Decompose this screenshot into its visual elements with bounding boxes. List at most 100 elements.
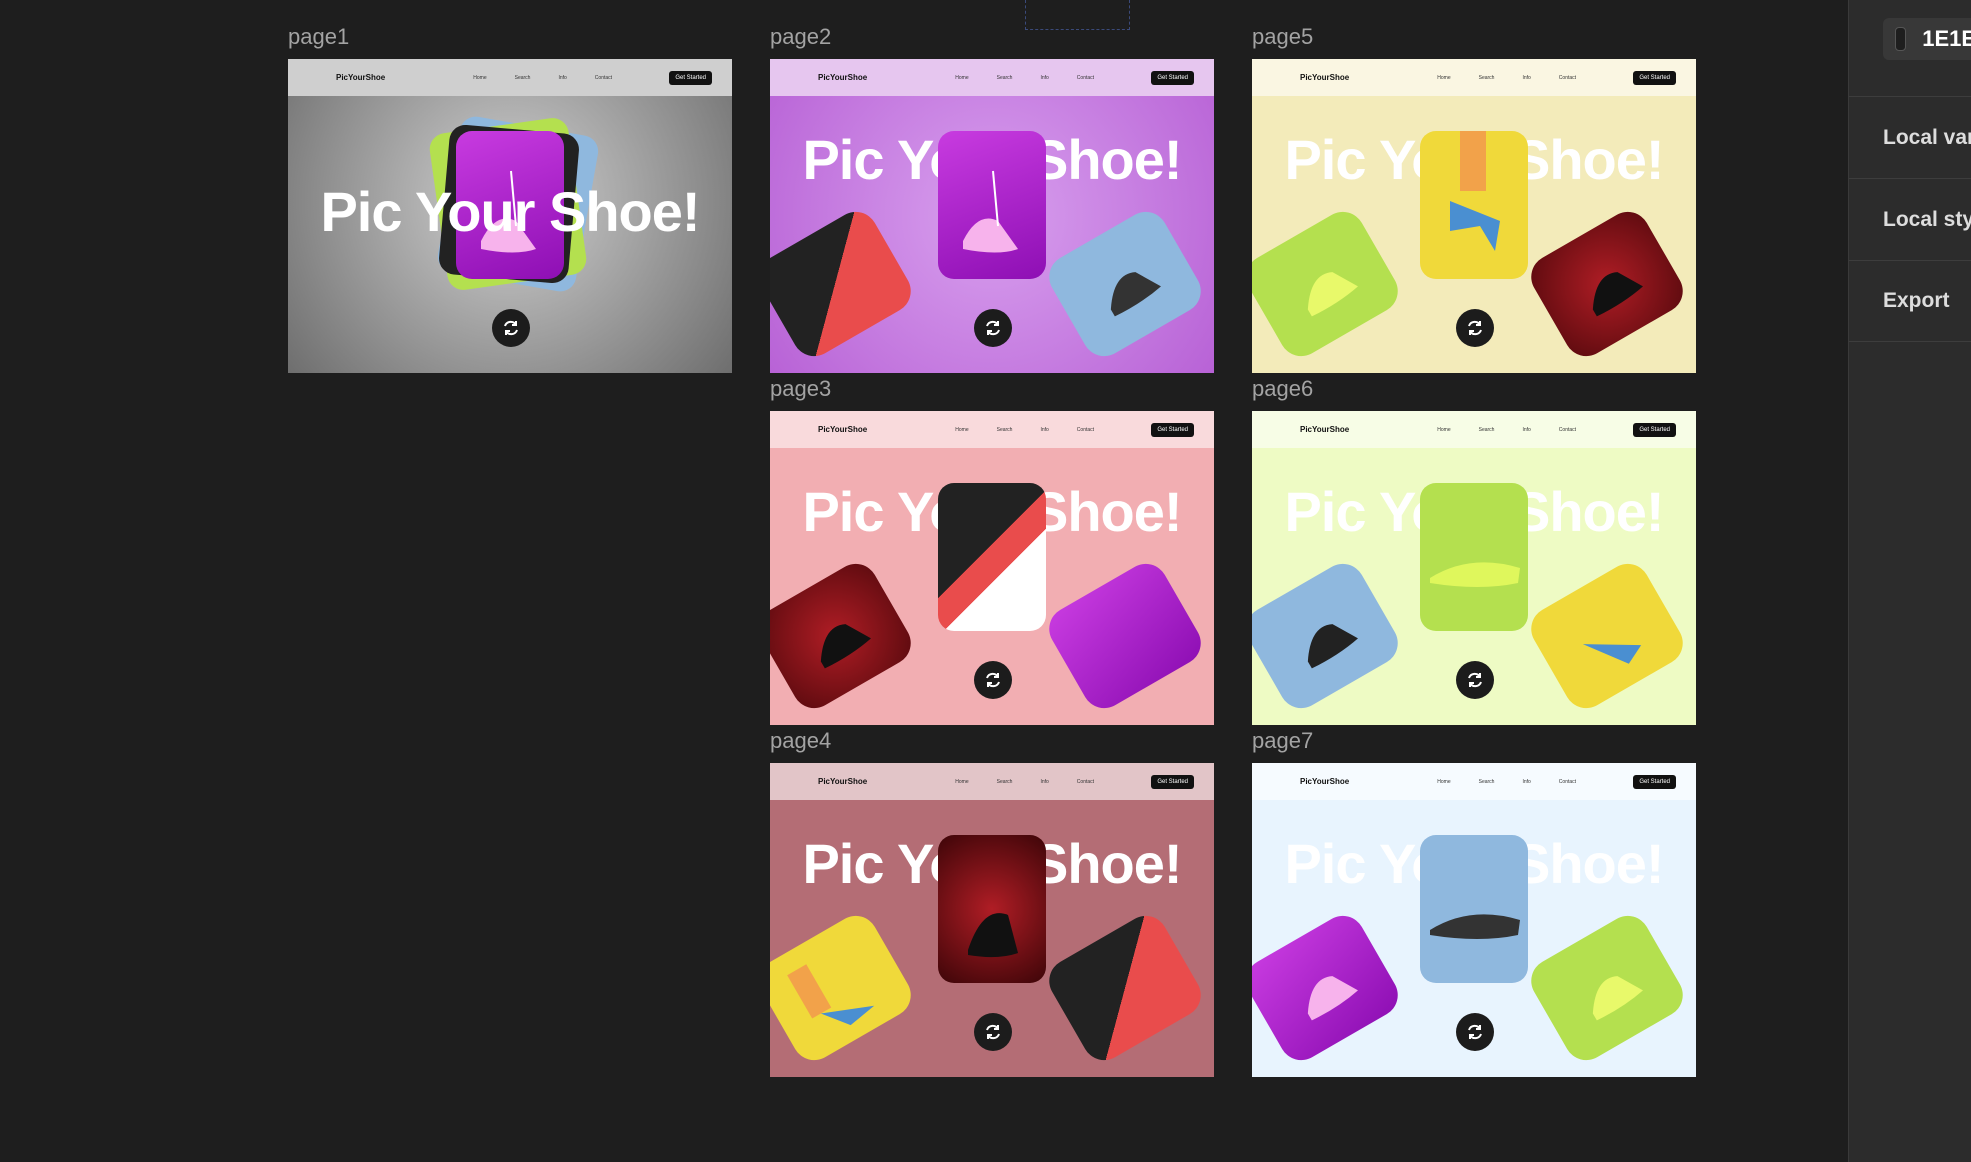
shoe-tile-left (770, 907, 919, 1069)
nav-link-search[interactable]: Search (1479, 779, 1495, 785)
local-styles-section[interactable]: Local styles (1849, 178, 1971, 260)
nav-link-home[interactable]: Home (955, 427, 968, 433)
frame-page7[interactable]: PicYourShoe Home Search Info Contact Get… (1252, 763, 1696, 1077)
shoe-tile-left (1252, 203, 1406, 365)
nav-link-contact[interactable]: Contact (1559, 427, 1576, 433)
nav-link-home[interactable]: Home (955, 75, 968, 81)
refresh-button[interactable] (974, 661, 1012, 699)
brand-logo[interactable]: PicYourShoe (336, 73, 446, 82)
frame-label-page5[interactable]: page5 (1252, 24, 1313, 50)
shoe-tile-left (1252, 555, 1406, 717)
sneaker-image (1430, 914, 1520, 939)
pink-sneaker-image (1307, 976, 1358, 1021)
pink-sneaker-image (963, 170, 1018, 253)
frame-label-page6[interactable]: page6 (1252, 376, 1313, 402)
refresh-button[interactable] (974, 309, 1012, 347)
refresh-button[interactable] (1456, 309, 1494, 347)
canvas-color-field[interactable]: 1E1E1E (1883, 18, 1971, 60)
navbar: PicYourShoe Home Search Info Contact Get… (770, 59, 1214, 96)
get-started-button[interactable]: Get Started (1151, 774, 1194, 789)
refresh-button[interactable] (1456, 661, 1494, 699)
sneaker-image (1307, 624, 1358, 669)
frame-page5[interactable]: PicYourShoe Home Search Info Contact Get… (1252, 59, 1696, 373)
nav-link-contact[interactable]: Contact (1077, 75, 1094, 81)
get-started-button[interactable]: Get Started (1151, 422, 1194, 437)
navbar: PicYourShoe Home Search Info Contact Get… (1252, 59, 1696, 96)
design-canvas[interactable]: page1 PicYourShoe Home Search Info Conta… (0, 0, 1848, 1162)
shoe-tile-left (770, 203, 919, 365)
nav-link-info[interactable]: Info (1522, 427, 1530, 433)
right-properties-panel: 1E1E1E Local variables Local styles Expo… (1848, 0, 1971, 1162)
frame-label-page1[interactable]: page1 (288, 24, 349, 50)
nav-link-search[interactable]: Search (997, 75, 1013, 81)
frame-label-page2[interactable]: page2 (770, 24, 831, 50)
get-started-button[interactable]: Get Started (1633, 774, 1676, 789)
nav-link-home[interactable]: Home (1437, 779, 1450, 785)
brand-logo[interactable]: PicYourShoe (1300, 73, 1410, 82)
frame-page3[interactable]: PicYourShoe Home Search Info Contact Get… (770, 411, 1214, 725)
get-started-button[interactable]: Get Started (1633, 70, 1676, 85)
nav-link-info[interactable]: Info (1522, 779, 1530, 785)
export-section[interactable]: Export (1849, 260, 1971, 342)
selection-outline (1025, 0, 1130, 30)
nav-link-info[interactable]: Info (1040, 75, 1048, 81)
nav-link-contact[interactable]: Contact (1559, 779, 1576, 785)
nav-link-info[interactable]: Info (558, 75, 566, 81)
nav-link-search[interactable]: Search (1479, 75, 1495, 81)
shoe-card-center (938, 483, 1046, 631)
refresh-button[interactable] (492, 309, 530, 347)
nav-link-contact[interactable]: Contact (1077, 427, 1094, 433)
refresh-icon (1468, 1024, 1482, 1040)
hero-title: Pic Your Shoe! (320, 180, 700, 243)
heel-image (787, 964, 875, 1026)
frame-label-page4[interactable]: page4 (770, 728, 831, 754)
nav-link-contact[interactable]: Contact (1077, 779, 1094, 785)
nav-link-info[interactable]: Info (1040, 427, 1048, 433)
frame-label-page3[interactable]: page3 (770, 376, 831, 402)
brand-logo[interactable]: PicYourShoe (1300, 777, 1410, 786)
nav-link-search[interactable]: Search (515, 75, 531, 81)
get-started-button[interactable]: Get Started (669, 70, 712, 85)
brand-logo[interactable]: PicYourShoe (818, 777, 928, 786)
nav-link-search[interactable]: Search (1479, 427, 1495, 433)
shoe-card-center (938, 131, 1046, 279)
nav-link-home[interactable]: Home (473, 75, 486, 81)
get-started-button[interactable]: Get Started (1151, 70, 1194, 85)
get-started-button[interactable]: Get Started (1633, 422, 1676, 437)
frame-page1[interactable]: PicYourShoe Home Search Info Contact Get… (288, 59, 732, 373)
shoe-tile-right (1041, 907, 1209, 1069)
nav-link-home[interactable]: Home (1437, 75, 1450, 81)
frame-label-page7[interactable]: page7 (1252, 728, 1313, 754)
nav-link-contact[interactable]: Contact (1559, 75, 1576, 81)
nav-link-contact[interactable]: Contact (595, 75, 612, 81)
frame-page2[interactable]: PicYourShoe Home Search Info Contact Get… (770, 59, 1214, 373)
shoe-card-center (1420, 483, 1528, 631)
nav-link-home[interactable]: Home (1437, 427, 1450, 433)
shoe-tile-left (770, 555, 919, 717)
frame-page4[interactable]: PicYourShoe Home Search Info Contact Get… (770, 763, 1214, 1077)
refresh-button[interactable] (1456, 1013, 1494, 1051)
navbar: PicYourShoe Home Search Info Contact Get… (288, 59, 732, 96)
frame-page6[interactable]: PicYourShoe Home Search Info Contact Get… (1252, 411, 1696, 725)
local-variables-section[interactable]: Local variables (1849, 96, 1971, 178)
brand-logo[interactable]: PicYourShoe (1300, 425, 1410, 434)
shoe-tile-right (1041, 555, 1209, 717)
refresh-icon (986, 1024, 1000, 1040)
nav-link-home[interactable]: Home (955, 779, 968, 785)
nav-link-info[interactable]: Info (1522, 75, 1530, 81)
brand-logo[interactable]: PicYourShoe (818, 425, 928, 434)
shoe-card-center (1420, 835, 1528, 983)
nav-link-search[interactable]: Search (997, 779, 1013, 785)
sneaker-image (968, 913, 1018, 958)
refresh-icon (1468, 320, 1482, 336)
nav-link-info[interactable]: Info (1040, 779, 1048, 785)
navbar: PicYourShoe Home Search Info Contact Get… (770, 411, 1214, 448)
brand-logo[interactable]: PicYourShoe (818, 73, 928, 82)
refresh-button[interactable] (974, 1013, 1012, 1051)
nav-link-search[interactable]: Search (997, 427, 1013, 433)
refresh-icon (504, 320, 518, 336)
color-hex-value[interactable]: 1E1E1E (1922, 26, 1971, 52)
color-swatch[interactable] (1895, 27, 1907, 51)
sneaker-image (1307, 272, 1358, 317)
shoe-tile-right (1523, 907, 1691, 1069)
